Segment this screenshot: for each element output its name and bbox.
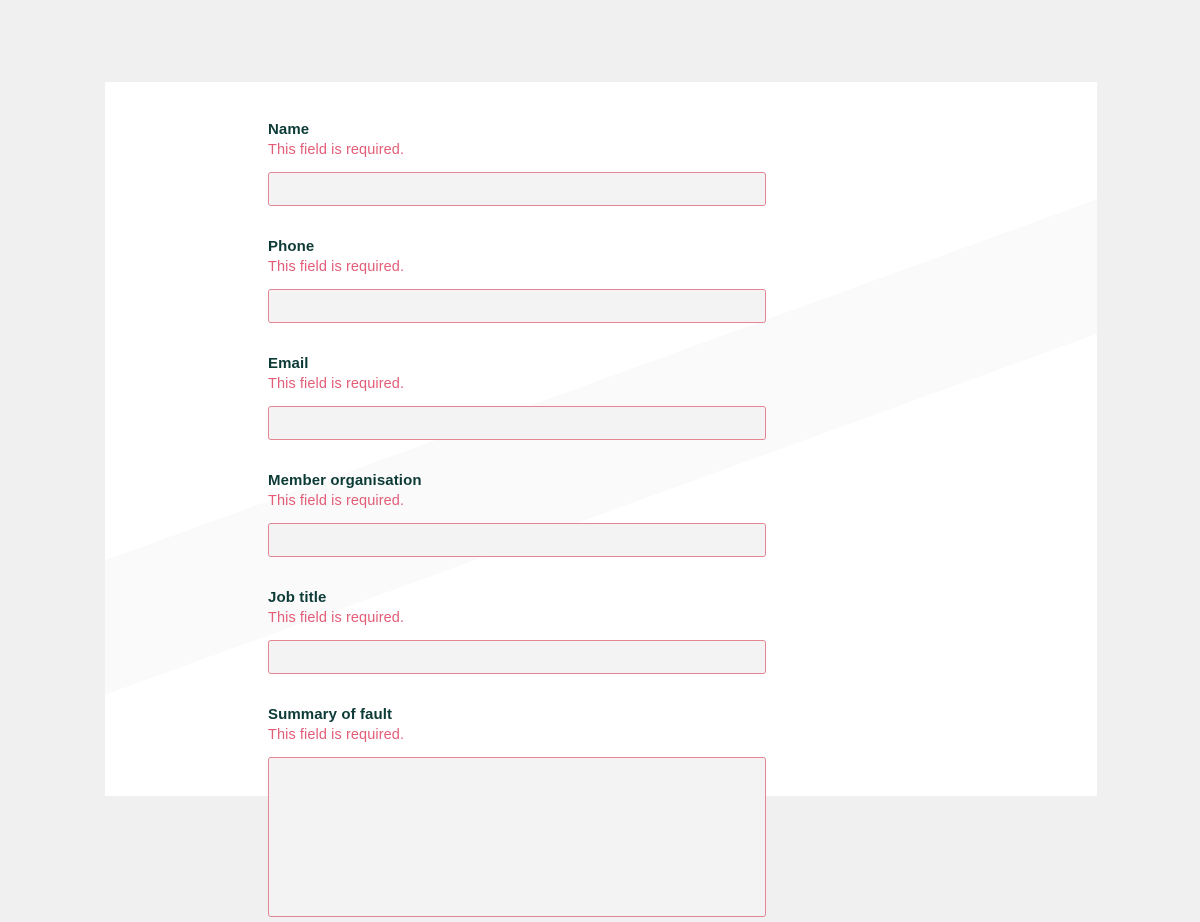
field-email: Email This field is required. <box>268 355 1097 440</box>
phone-error: This field is required. <box>268 259 1097 275</box>
name-label: Name <box>268 121 1097 138</box>
job-label: Job title <box>268 589 1097 606</box>
field-phone: Phone This field is required. <box>268 238 1097 323</box>
fault-error: This field is required. <box>268 727 1097 743</box>
name-input[interactable] <box>268 172 766 206</box>
job-input[interactable] <box>268 640 766 674</box>
phone-label: Phone <box>268 238 1097 255</box>
field-fault: Summary of fault This field is required. <box>268 706 1097 922</box>
org-input[interactable] <box>268 523 766 557</box>
email-input[interactable] <box>268 406 766 440</box>
email-label: Email <box>268 355 1097 372</box>
field-job: Job title This field is required. <box>268 589 1097 674</box>
org-label: Member organisation <box>268 472 1097 489</box>
org-error: This field is required. <box>268 493 1097 509</box>
email-error: This field is required. <box>268 376 1097 392</box>
fault-textarea[interactable] <box>268 757 766 917</box>
field-org: Member organisation This field is requir… <box>268 472 1097 557</box>
name-error: This field is required. <box>268 142 1097 158</box>
phone-input[interactable] <box>268 289 766 323</box>
field-name: Name This field is required. <box>268 121 1097 206</box>
form-card: Name This field is required. Phone This … <box>105 82 1097 796</box>
form: Name This field is required. Phone This … <box>105 82 1097 922</box>
fault-label: Summary of fault <box>268 706 1097 723</box>
job-error: This field is required. <box>268 610 1097 626</box>
